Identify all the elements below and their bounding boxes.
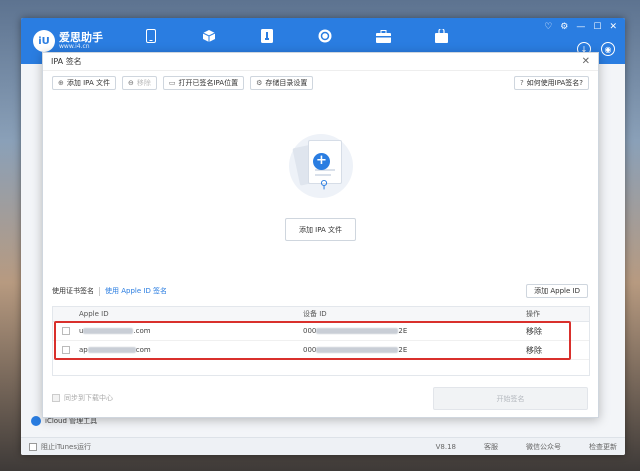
header-action: 操作 (526, 310, 540, 318)
table-row[interactable]: u .com 000 2E 移除 (53, 322, 589, 341)
wechat-link[interactable]: 微信公众号 (526, 442, 561, 452)
tab-cert-sign[interactable]: 使用证书签名 (52, 286, 94, 296)
add-apple-id-button[interactable]: 添加 Apple ID (526, 284, 588, 298)
check-update-link[interactable]: 检查更新 (589, 442, 617, 452)
tab-divider (99, 286, 100, 296)
add-ipa-file-button[interactable]: ⊕ 添加 IPA 文件 (52, 76, 116, 90)
device-id-prefix: 000 (303, 327, 317, 335)
sync-checkbox[interactable] (52, 394, 60, 402)
block-itunes[interactable]: 阻止iTunes运行 (29, 442, 91, 452)
customer-service-link[interactable]: 客服 (484, 442, 498, 452)
help-button[interactable]: ? 如何使用IPA签名? (513, 76, 589, 90)
paperclip-icon: ⚲ (320, 178, 329, 191)
header-device-id: 设备 ID (303, 310, 327, 318)
apps-icon[interactable] (259, 28, 275, 44)
window-close-icon[interactable]: ✕ (609, 22, 617, 32)
delete-label: 移除 (136, 79, 151, 87)
storage-dir-label: 存储目录设置 (265, 79, 308, 87)
device-id-cell: 000 2E (303, 346, 526, 354)
dialog-title: IPA 签名 (51, 57, 82, 66)
apple-id-cell: ap com (79, 346, 303, 354)
open-signed-location-button[interactable]: ▭ 打开已签名IPA位置 (162, 76, 245, 90)
maximize-icon[interactable]: ☐ (593, 22, 601, 32)
device-id-suffix: 2E (398, 346, 408, 354)
storage-dir-button[interactable]: ⚙ 存储目录设置 (250, 76, 314, 90)
user-icon[interactable]: ◉ (601, 42, 615, 56)
app-url: www.i4.cn (59, 43, 90, 50)
plus-icon: + (313, 153, 330, 170)
row-checkbox[interactable] (62, 346, 70, 354)
status-bar: 阻止iTunes运行 V8.18 客服 微信公众号 检查更新 (21, 437, 625, 455)
open-signed-location-label: 打开已签名IPA位置 (178, 79, 239, 87)
block-itunes-checkbox[interactable] (29, 442, 37, 451)
delete-icon: ⊖ (127, 79, 134, 87)
version-label: V8.18 (435, 442, 456, 451)
redacted-text (316, 347, 399, 353)
add-ipa-file-label: 添加 IPA 文件 (66, 79, 110, 87)
table-header: Apple ID 设备 ID 操作 (53, 307, 589, 322)
sync-label: 同步到下载中心 (64, 394, 113, 402)
folder-icon: ▭ (168, 79, 176, 87)
header-apple-id: Apple ID (79, 310, 109, 318)
skin-icon[interactable]: ♡ (544, 22, 552, 32)
briefcase-icon[interactable] (433, 28, 449, 44)
redacted-text (316, 328, 399, 334)
ipa-sign-dialog: IPA 签名 ✕ ⊕ 添加 IPA 文件 ⊖ 移除 ▭ 打开已签名IPA位置 ⚙… (42, 52, 599, 418)
redacted-text (83, 328, 134, 334)
sign-method-tabs: 使用证书签名 使用 Apple ID 签名 (52, 286, 167, 296)
main-nav (143, 28, 449, 44)
sync-option[interactable]: 同步到下载中心 (52, 393, 113, 403)
start-sign-button[interactable]: 开始签名 (433, 387, 588, 410)
toolbox-icon[interactable] (375, 28, 391, 44)
gear-icon: ⚙ (256, 79, 263, 87)
device-id-prefix: 000 (303, 346, 317, 354)
remove-link[interactable]: 移除 (526, 327, 542, 336)
apple-id-suffix: .com (133, 327, 151, 335)
drop-area[interactable]: + ⚲ 添加 IPA 文件 (43, 123, 598, 253)
add-ipa-center-button[interactable]: 添加 IPA 文件 (285, 218, 356, 241)
apple-id-prefix: ap (79, 346, 88, 354)
minimize-icon[interactable]: — (576, 22, 585, 32)
row-checkbox[interactable] (62, 327, 70, 335)
device-id-suffix: 2E (398, 327, 408, 335)
apple-id-cell: u .com (79, 327, 303, 335)
remove-link[interactable]: 移除 (526, 346, 542, 355)
table-row[interactable]: ap com 000 2E 移除 (53, 341, 589, 360)
logo-mark: iU (33, 30, 55, 52)
dialog-toolbar: ⊕ 添加 IPA 文件 ⊖ 移除 ▭ 打开已签名IPA位置 ⚙ 存储目录设置 ?… (43, 71, 598, 95)
window-controls: ♡ ⚙ — ☐ ✕ (544, 22, 617, 32)
device-id-cell: 000 2E (303, 327, 526, 335)
phone-icon[interactable] (143, 28, 159, 44)
help-label: 如何使用IPA签名? (526, 79, 583, 87)
cube-icon[interactable] (201, 28, 217, 44)
add-file-icon: ⊕ (58, 79, 64, 87)
delete-button[interactable]: ⊖ 移除 (121, 76, 157, 90)
close-icon[interactable]: ✕ (582, 56, 590, 67)
settings-icon[interactable]: ⚙ (560, 22, 568, 32)
help-icon: ? (519, 79, 524, 87)
refresh-icon[interactable] (317, 28, 333, 44)
redacted-text (87, 347, 136, 353)
dialog-titlebar: IPA 签名 ✕ (43, 53, 598, 71)
toggle-icon (31, 416, 41, 426)
block-itunes-label: 阻止iTunes运行 (41, 442, 91, 451)
app-name: 爱思助手 (59, 31, 103, 44)
apple-id-suffix: com (135, 346, 151, 354)
appleid-table: Apple ID 设备 ID 操作 u .com 000 2E 移除 ap com 0… (52, 306, 590, 376)
tab-appleid-sign[interactable]: 使用 Apple ID 签名 (105, 286, 167, 296)
app-logo: iU 爱思助手 www.i4.cn (33, 30, 103, 52)
